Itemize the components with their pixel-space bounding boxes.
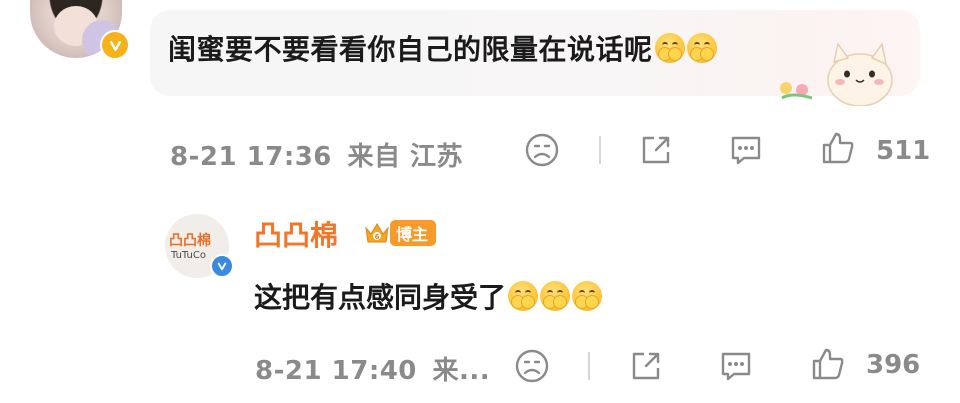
thumbs-up-icon[interactable] <box>810 346 846 382</box>
comment-bubble-icon[interactable] <box>728 132 764 168</box>
comment-time: 17:36 <box>246 142 332 172</box>
role-badge: 博主 <box>390 220 437 246</box>
cry-hands-emoji <box>540 281 571 311</box>
avatar-brand-text: 凸凸棉 <box>169 233 211 249</box>
action-divider <box>588 352 590 380</box>
verified-badge-icon <box>100 30 130 60</box>
cry-hands-emoji <box>508 281 539 311</box>
svg-text:6: 6 <box>375 233 380 241</box>
role-badge-label: 博主 <box>396 225 429 244</box>
reply-meta: 8-21 17:40 来... <box>255 350 490 387</box>
reply-content: 这把有点感同身受了 <box>254 276 603 316</box>
comment-location: 来自 江苏 <box>347 142 464 172</box>
reply-date: 8-21 <box>255 356 323 386</box>
share-arrow-icon[interactable] <box>638 132 674 168</box>
thumbs-up-icon[interactable] <box>820 130 856 166</box>
comment-bubble-icon[interactable] <box>718 348 754 384</box>
action-divider <box>599 136 601 164</box>
blue-verified-icon <box>210 254 234 278</box>
crown-badge-icon: 6 <box>365 223 389 243</box>
cry-hands-emoji <box>654 33 685 63</box>
reply-like-count: 396 <box>866 350 921 380</box>
comment-text: 闺蜜要不要看看你自己的限量在说话呢 <box>168 33 653 66</box>
comment-like-count: 511 <box>876 136 931 166</box>
cry-hands-emoji <box>686 33 717 63</box>
comment-date: 8-21 <box>170 142 238 172</box>
comment-content: 闺蜜要不要看看你自己的限量在说话呢 <box>168 28 717 68</box>
share-arrow-icon[interactable] <box>628 348 664 384</box>
comment-meta: 8-21 17:36 来自 江苏 <box>170 136 463 173</box>
cry-hands-emoji <box>572 281 603 311</box>
avatar-sub-text: TuTuCo <box>171 250 206 261</box>
reply-text: 这把有点感同身受了 <box>254 281 507 314</box>
reply-username[interactable]: 凸凸棉 <box>254 214 338 254</box>
reply-location: 来... <box>432 356 491 386</box>
frown-face-icon[interactable] <box>514 348 550 384</box>
frown-face-icon[interactable] <box>524 132 560 168</box>
cat-sticker <box>780 42 893 106</box>
reply-time: 17:40 <box>331 356 417 386</box>
